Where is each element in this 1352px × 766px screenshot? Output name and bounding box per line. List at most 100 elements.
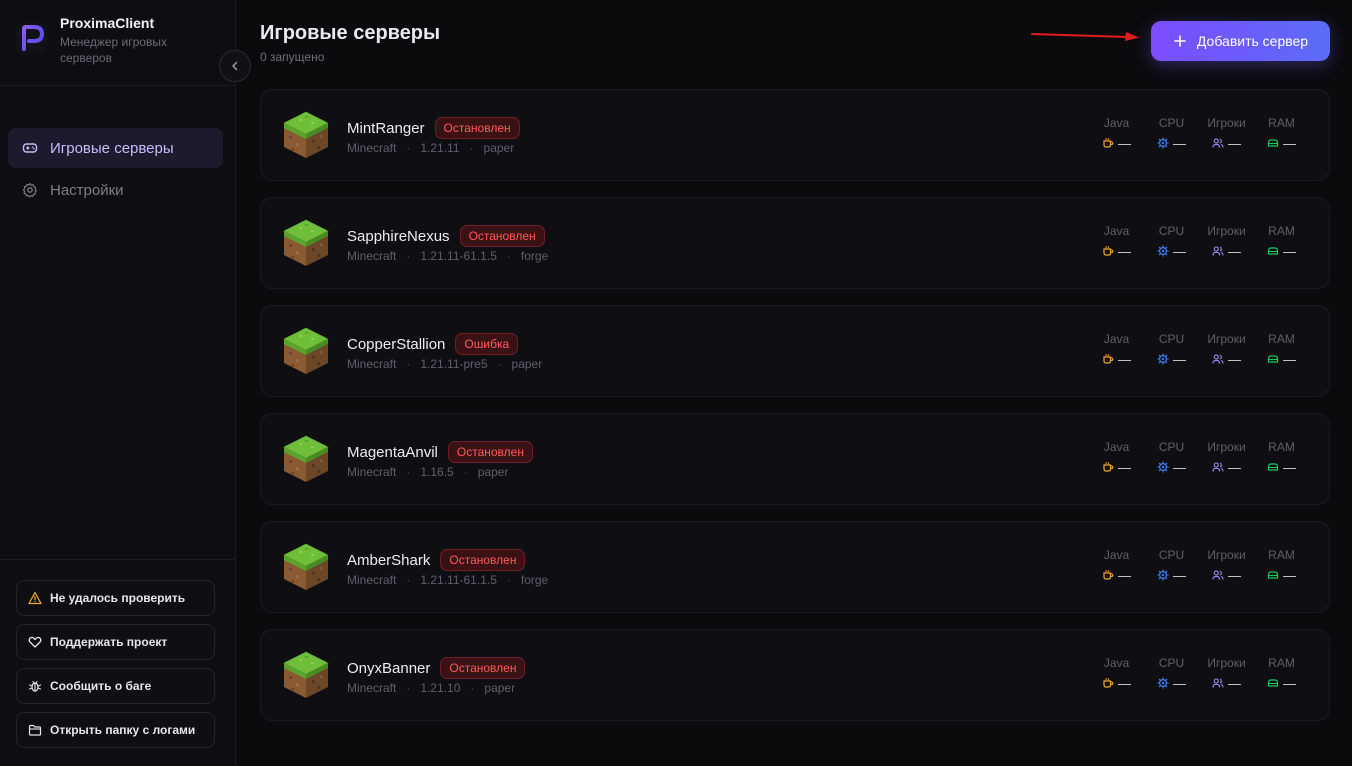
- server-card[interactable]: MintRanger Остановлен Minecraft · 1.21.11…: [260, 89, 1330, 181]
- stat-value: —: [1228, 675, 1241, 691]
- arrow-annotation-icon: [1031, 32, 1139, 41]
- sidebar-item-settings[interactable]: Настройки: [8, 170, 223, 210]
- server-card[interactable]: MagentaAnvil Остановлен Minecraft · 1.16.…: [260, 413, 1330, 505]
- server-name: SapphireNexus: [347, 228, 450, 245]
- stat-label: Игроки: [1207, 332, 1246, 346]
- main-content: Игровые серверы 0 запущено Добавить серв…: [236, 0, 1352, 766]
- gamepad-icon: [22, 143, 38, 153]
- server-name: CopperStallion: [347, 336, 446, 353]
- separator-dot: ·: [406, 141, 411, 155]
- stat-value: —: [1173, 567, 1186, 583]
- cpu-icon: [1157, 245, 1169, 257]
- memory-icon: [1267, 679, 1279, 687]
- stat-value: —: [1118, 675, 1131, 691]
- stat-cpu: CPU —: [1144, 656, 1199, 691]
- stat-cpu: CPU —: [1144, 224, 1199, 259]
- server-meta: Minecraft · 1.16.5 · paper: [347, 465, 508, 479]
- app-logo: [16, 22, 48, 54]
- server-card[interactable]: SapphireNexus Остановлен Minecraft · 1.21…: [260, 197, 1330, 289]
- coffee-cup-icon: [1103, 138, 1114, 148]
- server-card[interactable]: CopperStallion Ошибка Minecraft · 1.21.11…: [260, 305, 1330, 397]
- add-server-label: Добавить сервер: [1196, 33, 1309, 49]
- server-stats: Java — CPU — Игроки — RAM —: [1089, 656, 1309, 691]
- stat-value: —: [1173, 675, 1186, 691]
- separator-dot: ·: [469, 141, 474, 155]
- collapse-sidebar-button[interactable]: [219, 50, 251, 82]
- coffee-cup-icon: [1103, 246, 1114, 256]
- stat-players: Игроки —: [1199, 116, 1254, 151]
- users-icon: [1212, 570, 1224, 580]
- stat-ram: RAM —: [1254, 440, 1309, 475]
- status-badge: Остановлен: [440, 657, 526, 679]
- button-label: Сообщить о баге: [50, 679, 152, 693]
- stat-value: —: [1118, 243, 1131, 259]
- server-meta: Minecraft · 1.21.11-61.1.5 · forge: [347, 573, 548, 587]
- server-version: 1.21.11-61.1.5: [420, 249, 497, 263]
- server-meta: Minecraft · 1.21.11 · paper: [347, 141, 514, 155]
- memory-icon: [1267, 463, 1279, 471]
- stat-label: RAM: [1268, 440, 1295, 454]
- add-server-button[interactable]: Добавить сервер: [1151, 21, 1330, 61]
- users-icon: [1212, 462, 1224, 472]
- stat-value: —: [1283, 459, 1296, 475]
- report-bug-button[interactable]: Сообщить о баге: [16, 668, 215, 704]
- status-badge: Остановлен: [440, 549, 526, 571]
- stat-label: Игроки: [1207, 224, 1246, 238]
- stat-value: —: [1283, 351, 1296, 367]
- grass-block-icon: [283, 111, 329, 158]
- server-stats: Java — CPU — Игроки — RAM —: [1089, 116, 1309, 151]
- update-check-button[interactable]: Не удалось проверить: [16, 580, 215, 616]
- stat-value: —: [1118, 459, 1131, 475]
- warning-icon: [28, 591, 42, 605]
- stat-value: —: [1173, 243, 1186, 259]
- sidebar-item-game-servers[interactable]: Игровые серверы: [8, 128, 223, 168]
- stat-label: RAM: [1268, 548, 1295, 562]
- cpu-icon: [1157, 569, 1169, 581]
- coffee-cup-icon: [1103, 354, 1114, 364]
- grass-block-icon: [283, 327, 329, 374]
- coffee-cup-icon: [1103, 462, 1114, 472]
- stat-label: Java: [1103, 440, 1130, 454]
- stat-ram: RAM —: [1254, 548, 1309, 583]
- memory-icon: [1267, 355, 1279, 363]
- sidebar-item-label: Игровые серверы: [50, 139, 174, 157]
- memory-icon: [1267, 247, 1279, 255]
- stat-label: RAM: [1268, 332, 1295, 346]
- bug-icon: [28, 680, 42, 692]
- running-count: 0 запущено: [260, 50, 325, 64]
- stat-players: Игроки —: [1199, 332, 1254, 367]
- stat-label: Java: [1103, 224, 1130, 238]
- stat-value: —: [1173, 135, 1186, 151]
- grass-block-icon: [283, 651, 329, 698]
- separator-dot: ·: [506, 573, 511, 587]
- page-title: Игровые серверы: [260, 22, 441, 44]
- server-card[interactable]: OnyxBanner Остановлен Minecraft · 1.21.10…: [260, 629, 1330, 721]
- stat-players: Игроки —: [1199, 656, 1254, 691]
- stat-value: —: [1118, 567, 1131, 583]
- server-game: Minecraft: [347, 357, 397, 371]
- server-version: 1.21.11-61.1.5: [420, 573, 497, 587]
- stat-label: CPU: [1158, 116, 1185, 130]
- stat-label: Игроки: [1207, 440, 1246, 454]
- heart-icon: [28, 636, 42, 648]
- stat-label: Игроки: [1207, 548, 1246, 562]
- sidebar-footer: Не удалось проверить Поддержать проект С…: [0, 559, 235, 756]
- server-game: Minecraft: [347, 681, 397, 695]
- stat-label: RAM: [1268, 116, 1295, 130]
- stat-value: —: [1173, 459, 1186, 475]
- app-name: ProximaClient: [60, 15, 155, 31]
- server-card[interactable]: AmberShark Остановлен Minecraft · 1.21.11…: [260, 521, 1330, 613]
- server-stats: Java — CPU — Игроки — RAM —: [1089, 548, 1309, 583]
- stat-players: Игроки —: [1199, 224, 1254, 259]
- grass-block-icon: [283, 435, 329, 482]
- stat-value: —: [1283, 675, 1296, 691]
- stat-java: Java —: [1089, 116, 1144, 151]
- support-project-button[interactable]: Поддержать проект: [16, 624, 215, 660]
- open-logs-folder-button[interactable]: Открыть папку с логами: [16, 712, 215, 748]
- stat-label: CPU: [1158, 440, 1185, 454]
- stat-value: —: [1118, 135, 1131, 151]
- server-loader: paper: [483, 141, 515, 155]
- server-meta: Minecraft · 1.21.10 · paper: [347, 681, 515, 695]
- separator-dot: ·: [406, 465, 411, 479]
- separator-dot: ·: [506, 249, 511, 263]
